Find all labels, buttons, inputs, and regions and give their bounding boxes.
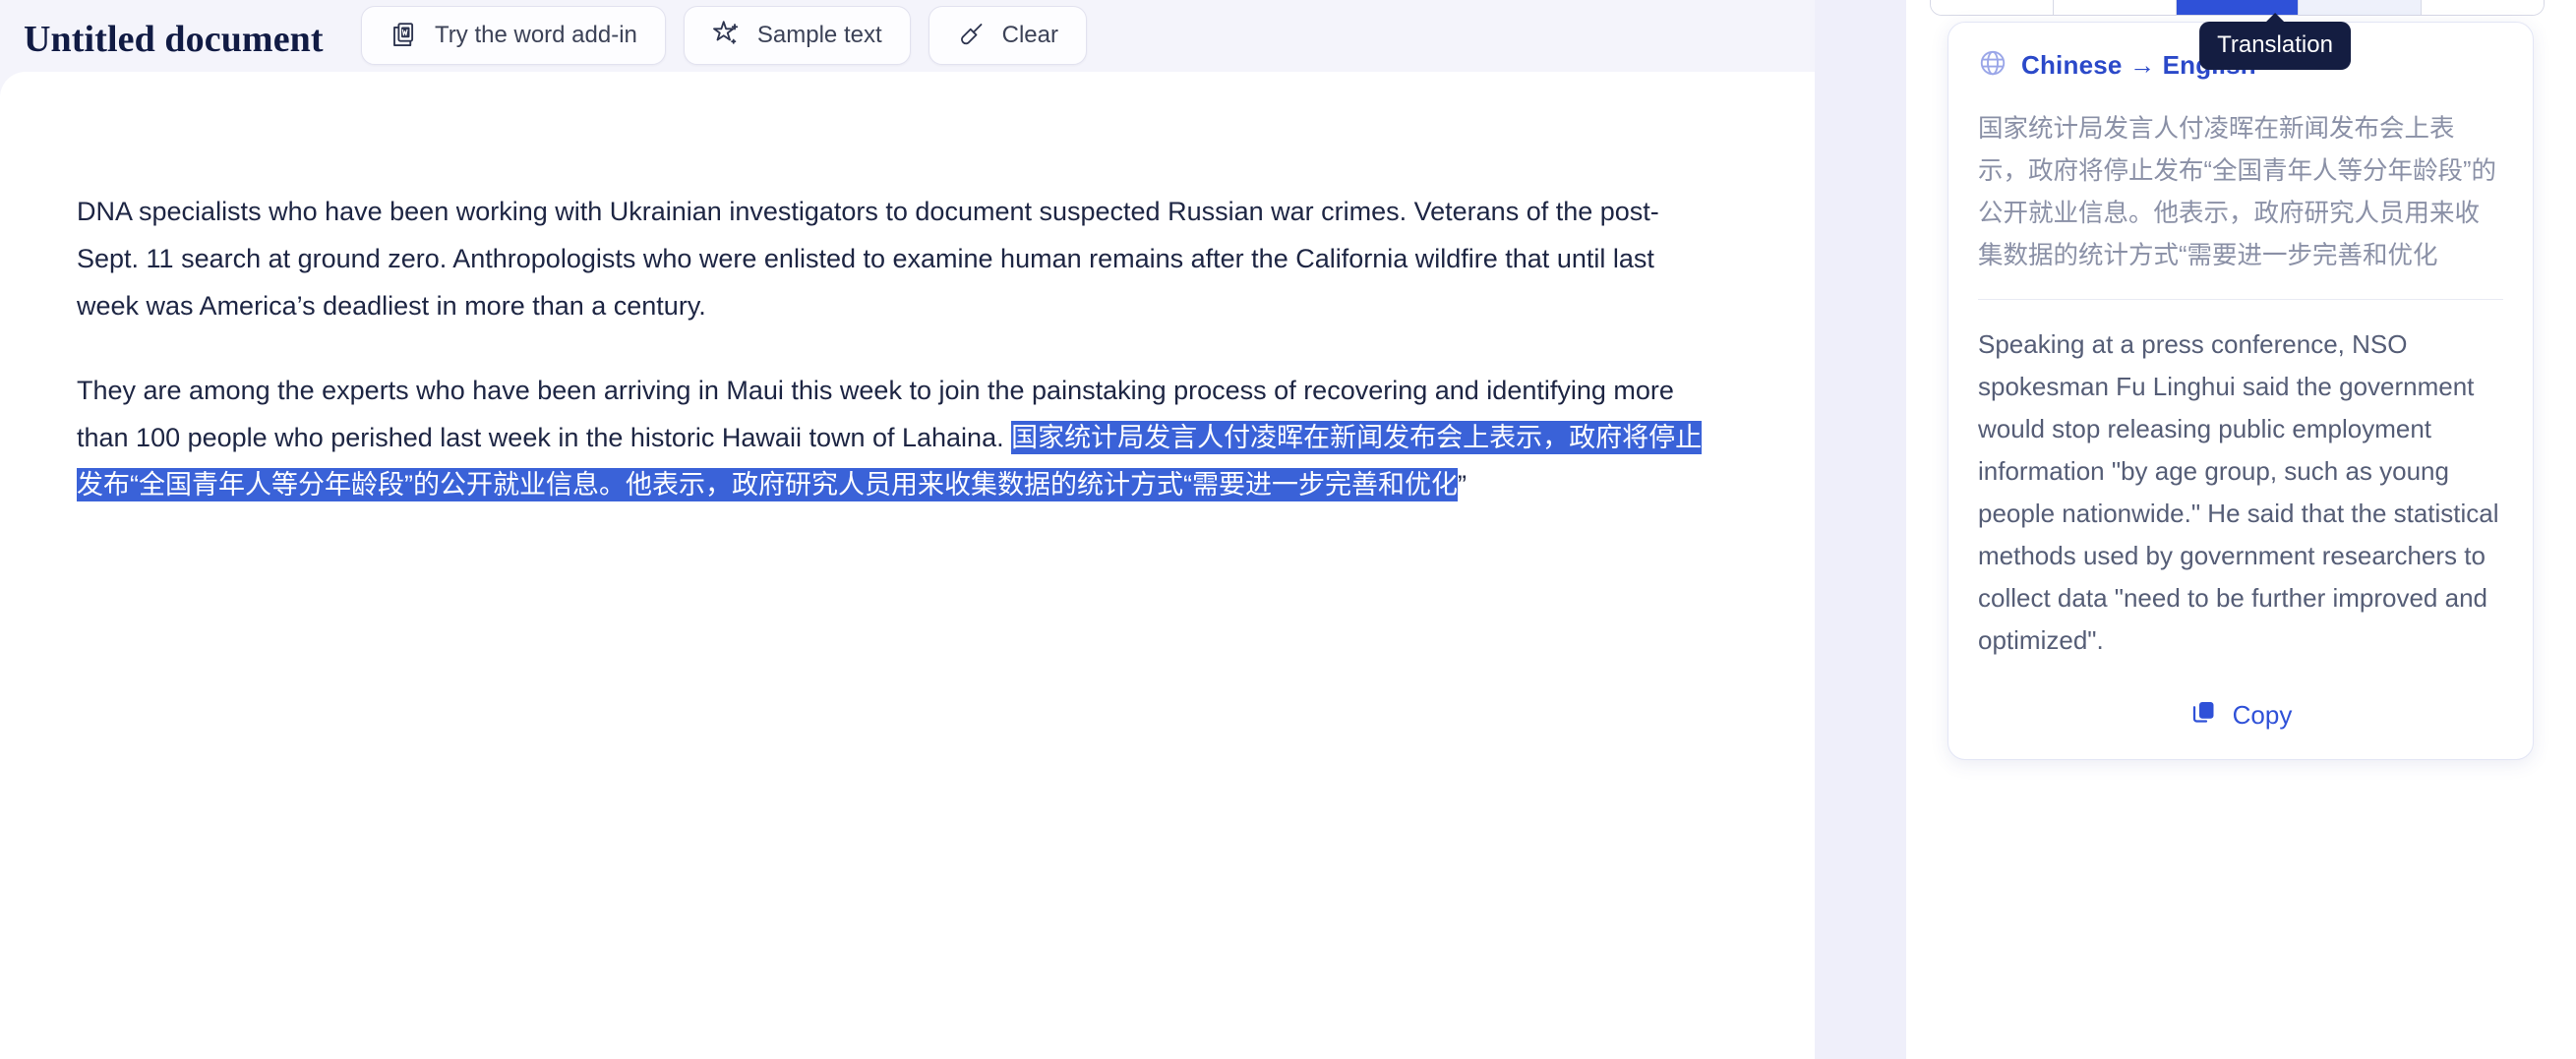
sparkle-star-icon bbox=[712, 21, 742, 50]
source-text: 国家统计局发言人付凌晖在新闻发布会上表示，政府将停止发布“全国青年人等分年龄段”… bbox=[1978, 115, 2496, 269]
editor-column: Untitled document Try the word add-in Sa… bbox=[0, 0, 1815, 1059]
copy-icon bbox=[2189, 697, 2219, 734]
brush-wand-icon bbox=[957, 21, 987, 50]
side-panel: Chinese → English 国家统计局发言人付凌晖在新闻发布会上表示，政… bbox=[1906, 0, 2576, 1059]
app-root: Untitled document Try the word add-in Sa… bbox=[0, 0, 2576, 1059]
panel-tab-strip[interactable] bbox=[1930, 0, 2545, 16]
unselected-trailing-quote: ” bbox=[1457, 470, 1467, 500]
document-text-area[interactable]: DNA specialists who have been working wi… bbox=[77, 188, 1709, 508]
sample-text-label: Sample text bbox=[756, 22, 882, 48]
clear-label: Clear bbox=[1001, 22, 1058, 48]
globe-icon bbox=[1978, 48, 2007, 83]
translation-card: Chinese → English 国家统计局发言人付凌晖在新闻发布会上表示，政… bbox=[1947, 22, 2534, 760]
document-page: DNA specialists who have been working wi… bbox=[0, 72, 1815, 1059]
panel-tab-4[interactable] bbox=[2422, 0, 2544, 15]
document-paragraph: DNA specialists who have been working wi… bbox=[77, 197, 1659, 321]
panel-gutter bbox=[1815, 0, 1906, 1059]
translation-tooltip: Translation bbox=[2199, 22, 2351, 70]
panel-tab-3[interactable] bbox=[2299, 0, 2423, 15]
copy-row: Copy bbox=[1978, 691, 2503, 737]
sample-text-button[interactable]: Sample text bbox=[683, 6, 911, 65]
copy-label: Copy bbox=[2232, 700, 2293, 730]
try-word-addin-label: Try the word add-in bbox=[435, 22, 637, 48]
document-title[interactable]: Untitled document bbox=[24, 18, 324, 61]
card-divider bbox=[1978, 299, 2503, 300]
panel-tab-1[interactable] bbox=[2053, 0, 2177, 15]
translated-text: Speaking at a press conference, NSO spok… bbox=[1978, 329, 2499, 655]
clear-button[interactable]: Clear bbox=[928, 6, 1087, 65]
panel-tab-0[interactable] bbox=[1931, 0, 2054, 15]
word-document-icon bbox=[389, 21, 419, 50]
copy-button[interactable]: Copy bbox=[2189, 697, 2293, 734]
toolbar-actions: Try the word add-in Sample text Clear bbox=[361, 6, 1087, 65]
editor-toolbar: Untitled document Try the word add-in Sa… bbox=[0, 0, 1815, 72]
try-word-addin-button[interactable]: Try the word add-in bbox=[361, 6, 666, 65]
document-paragraph-with-selection: They are among the experts who have been… bbox=[77, 367, 1709, 508]
